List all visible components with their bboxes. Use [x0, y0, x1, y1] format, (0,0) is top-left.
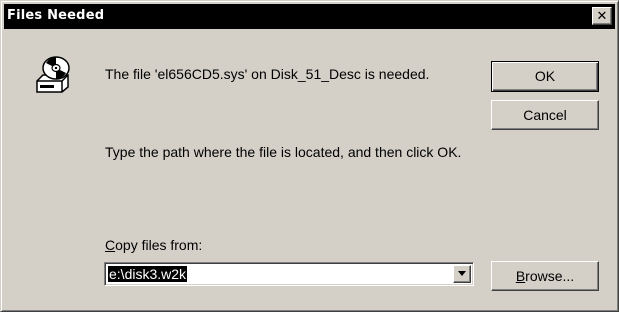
file-needed-message: The file 'el656CD5.sys' on Disk_51_Desc …: [105, 66, 430, 82]
browse-accelerator: B: [515, 268, 526, 284]
dropdown-button[interactable]: [453, 265, 471, 283]
copy-label-rest: opy files from:: [115, 237, 203, 253]
title-bar[interactable]: Files Needed ✕: [4, 4, 615, 29]
copy-files-from-value[interactable]: e:\disk3.w2k: [108, 266, 188, 282]
chevron-down-icon: [458, 271, 466, 276]
copy-label-accelerator: C: [105, 237, 116, 253]
dialog-title: Files Needed: [7, 8, 105, 23]
disk-drive-icon: [34, 55, 74, 95]
files-needed-dialog: Files Needed ✕ The file 'el656CD5.sys' o…: [0, 0, 619, 312]
instruction-text: Type the path where the file is located,…: [105, 144, 462, 160]
copy-files-from-combobox[interactable]: e:\disk3.w2k: [104, 262, 474, 286]
browse-button[interactable]: Browse...: [491, 261, 599, 291]
browse-label-rest: rowse...: [525, 268, 575, 284]
close-icon: ✕: [596, 8, 608, 24]
ok-button[interactable]: OK: [491, 61, 599, 92]
close-button[interactable]: ✕: [592, 7, 612, 25]
cancel-button[interactable]: Cancel: [491, 100, 599, 130]
copy-files-from-label: Copy files from:: [105, 237, 202, 254]
